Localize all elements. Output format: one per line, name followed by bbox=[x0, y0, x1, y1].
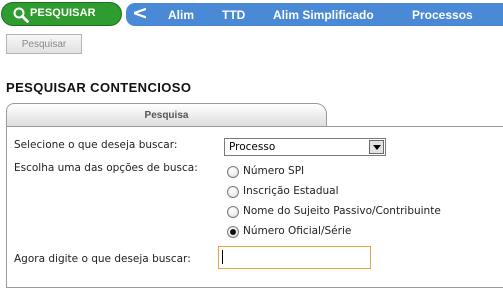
search-icon bbox=[13, 7, 29, 23]
nav-item-alim-simplificado[interactable]: Alim Simplificado bbox=[273, 8, 374, 22]
radio-numero-spi[interactable] bbox=[227, 166, 239, 178]
back-arrow-icon[interactable]: < bbox=[132, 2, 148, 25]
nav-item-ttd[interactable]: TTD bbox=[222, 8, 245, 22]
select-value: Processo bbox=[229, 141, 276, 153]
page-title: PESQUISAR CONTENCIOSO bbox=[6, 80, 192, 95]
options-label: Escolha uma das opções de busca: bbox=[14, 162, 198, 174]
pesquisar-nav-label: PESQUISAR bbox=[30, 7, 96, 19]
radio-label-inscricao-estadual: Inscrição Estadual bbox=[243, 185, 339, 197]
tab-pesquisa[interactable]: Pesquisa bbox=[6, 103, 327, 127]
top-navbar: < Alim TTD Alim Simplificado Processos bbox=[126, 2, 503, 26]
nav-item-processos[interactable]: Processos bbox=[412, 8, 473, 22]
search-type-select[interactable]: Processo bbox=[224, 138, 386, 156]
tab-label: Pesquisa bbox=[144, 110, 189, 121]
radio-label-numero-oficial-serie: Número Oficial/Série bbox=[243, 225, 352, 237]
radio-inscricao-estadual[interactable] bbox=[227, 186, 239, 198]
text-caret bbox=[222, 250, 223, 264]
radio-label-numero-spi: Número SPI bbox=[243, 165, 305, 177]
radio-label-nome-sujeito-passivo: Nome do Sujeito Passivo/Contribuinte bbox=[243, 205, 441, 217]
radio-numero-oficial-serie[interactable] bbox=[227, 226, 239, 238]
search-input[interactable] bbox=[218, 246, 371, 269]
radio-nome-sujeito-passivo[interactable] bbox=[227, 206, 239, 218]
pesquisar-nav-button[interactable]: PESQUISAR bbox=[1, 2, 122, 26]
nav-item-alim[interactable]: Alim bbox=[168, 8, 194, 22]
input-label: Agora digite o que deseja buscar: bbox=[14, 253, 191, 265]
chevron-down-icon[interactable] bbox=[369, 140, 384, 154]
select-label: Selecione o que deseja buscar: bbox=[14, 139, 178, 151]
pesquisar-button[interactable]: Pesquisar bbox=[6, 34, 82, 54]
